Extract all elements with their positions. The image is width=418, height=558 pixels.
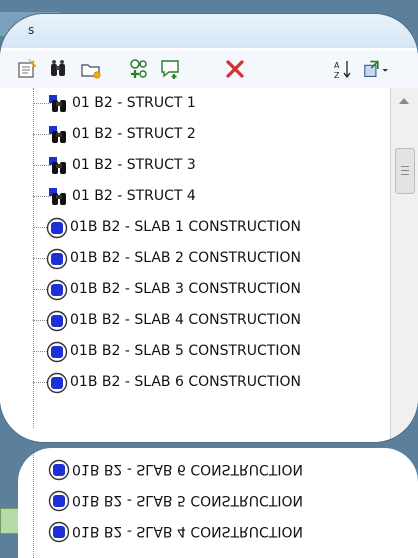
tree-item-label: 01B B2 - SLAB 5 CONSTRUCTION [70, 343, 301, 359]
group-button[interactable] [126, 56, 152, 82]
new-set-button[interactable] [14, 56, 40, 82]
tree-item[interactable]: 01B B2 - SLAB 1 CONSTRUCTION [0, 212, 390, 243]
selection-set-icon [46, 372, 68, 394]
import-export-button[interactable] [362, 56, 388, 82]
find-button[interactable] [46, 56, 72, 82]
selection-set-icon [46, 217, 68, 239]
tree-item[interactable]: 01B B2 - SLAB 3 CONSTRUCTION [0, 274, 390, 305]
selection-set-icon [46, 279, 68, 301]
tree-item[interactable]: 01B B2 - SLAB 4 CONSTRUCTION [0, 305, 390, 336]
find-icon [51, 60, 65, 76]
search-set-icon [49, 126, 66, 143]
new-folder-icon [81, 64, 101, 79]
reflected-tree-item-label: 01B B2 - SLAB 6 CONSTRUCTION [72, 461, 303, 477]
tree-item[interactable]: 01 B2 - STRUCT 1 [0, 88, 390, 119]
new-set-icon [18, 58, 37, 78]
tree-item-label: 01B B2 - SLAB 4 CONSTRUCTION [70, 312, 301, 328]
reflection-panel: 01B B2 - SLAB 6 CONSTRUCTION 01B B2 - SL… [18, 448, 418, 558]
new-folder-button[interactable] [78, 56, 104, 82]
svg-text:A: A [334, 61, 340, 70]
search-set-icon [49, 188, 66, 205]
reflected-tree-item: 01B B2 - SLAB 4 CONSTRUCTION [18, 516, 418, 547]
scroll-thumb[interactable] [395, 148, 415, 194]
search-set-icon [49, 95, 66, 112]
delete-icon [226, 60, 244, 78]
reflected-tree-item: 01B B2 - SLAB 6 CONSTRUCTION [18, 454, 418, 485]
sort-az-icon: A Z [334, 61, 351, 80]
tree-item-label: 01B B2 - SLAB 1 CONSTRUCTION [70, 219, 301, 235]
delete-button[interactable] [222, 56, 248, 82]
sort-button[interactable]: A Z [330, 56, 356, 82]
selection-set-icon [46, 341, 68, 363]
selection-set-icon [46, 248, 68, 270]
reflected-tree-item-label: 01B B2 - SLAB 5 CONSTRUCTION [72, 492, 303, 508]
search-set-icon [49, 157, 66, 174]
tree-item[interactable]: 01 B2 - STRUCT 3 [0, 150, 390, 181]
panel-title-bar: s [0, 14, 418, 48]
selection-set-icon [48, 490, 70, 512]
reflected-tree-item-label: 01B B2 - SLAB 4 CONSTRUCTION [72, 523, 303, 539]
import-export-icon [364, 60, 388, 77]
tree-item[interactable]: 01 B2 - STRUCT 4 [0, 181, 390, 212]
tree-item[interactable]: 01B B2 - SLAB 2 CONSTRUCTION [0, 243, 390, 274]
tree-item-label: 01 B2 - STRUCT 3 [72, 157, 196, 173]
panel-title: s [28, 23, 35, 37]
selection-set-icon [48, 521, 70, 543]
sets-toolbar: A Z [0, 50, 418, 89]
tree-item[interactable]: 01B B2 - SLAB 5 CONSTRUCTION [0, 336, 390, 367]
tree-item[interactable]: 01 B2 - STRUCT 2 [0, 119, 390, 150]
tree-item-label: 01 B2 - STRUCT 1 [72, 95, 196, 111]
sets-panel: s A Z 01 B2 - STRUCT 1 01 B2 - STRUCT 2 … [0, 14, 418, 442]
selection-set-icon [46, 310, 68, 332]
tree-item-label: 01B B2 - SLAB 3 CONSTRUCTION [70, 281, 301, 297]
tree-item-label: 01 B2 - STRUCT 2 [72, 126, 196, 142]
tree-item-label: 01 B2 - STRUCT 4 [72, 188, 196, 204]
scroll-up-arrow-icon[interactable] [399, 98, 409, 104]
reflected-tree-item: 01B B2 - SLAB 5 CONSTRUCTION [18, 485, 418, 516]
comment-icon [161, 60, 179, 79]
sets-tree: 01 B2 - STRUCT 1 01 B2 - STRUCT 2 01 B2 … [0, 88, 390, 442]
tree-item[interactable]: 01B B2 - SLAB 6 CONSTRUCTION [0, 367, 390, 398]
tree-item-label: 01B B2 - SLAB 2 CONSTRUCTION [70, 250, 301, 266]
svg-text:Z: Z [334, 71, 340, 80]
comment-button[interactable] [158, 56, 184, 82]
group-icon [130, 59, 147, 78]
vertical-scrollbar[interactable] [390, 88, 418, 442]
tree-item-label: 01B B2 - SLAB 6 CONSTRUCTION [70, 374, 301, 390]
selection-set-icon [48, 459, 70, 481]
